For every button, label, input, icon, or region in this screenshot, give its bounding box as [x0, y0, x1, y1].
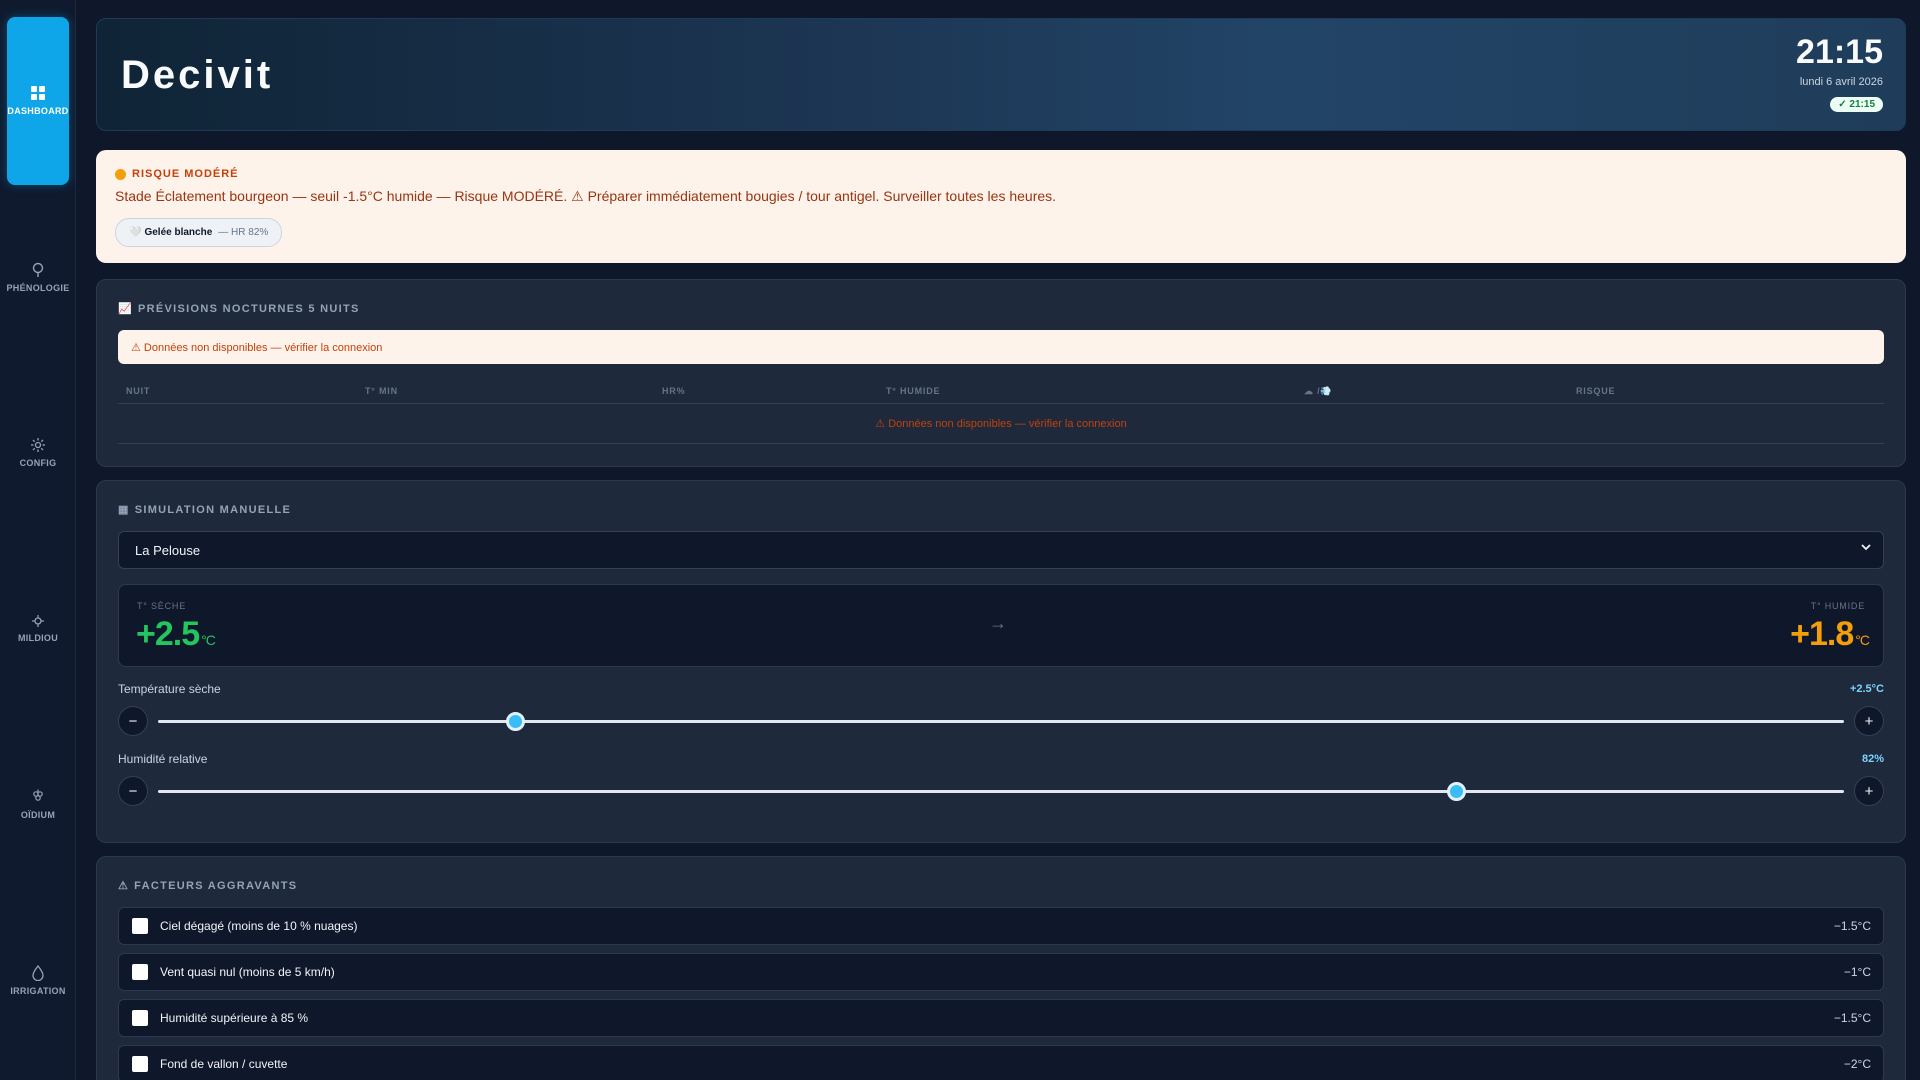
col-nuit: NUIT	[126, 386, 151, 396]
alert-message: Stade Éclatement bourgeon — seuil -1.5°C…	[115, 188, 1057, 204]
col-hr: HR%	[662, 386, 686, 396]
factor-item[interactable]: Humidité supérieure à 85 % −1.5°C	[118, 999, 1884, 1037]
factor-item[interactable]: Vent quasi nul (moins de 5 km/h) −1°C	[118, 953, 1884, 991]
factor-value: −1.5°C	[1833, 919, 1871, 933]
sidebar-item-label: OÏDIUM	[20, 809, 56, 820]
sidebar-item-phenologie[interactable]: PHÉNOLOGIE	[7, 193, 69, 361]
factor-label: Fond de vallon / cuvette	[160, 1057, 288, 1071]
temp-slider-label: Température sèche	[118, 682, 221, 696]
forecast-title: 📈 PRÉVISIONS NOCTURNES 5 NUITS	[118, 302, 360, 316]
chart-icon: 📈	[118, 303, 133, 315]
temp-slider-thumb[interactable]	[506, 712, 526, 731]
app-title: Decivit	[121, 53, 274, 97]
sidebar-item-label: MILDIOU	[17, 632, 59, 643]
alert-header: RISQUE MODÉRÉ	[115, 168, 239, 180]
forecast-table-header: NUIT T° MIN HR% T° HUMIDE ☁ /💨 RISQUE	[118, 380, 1884, 404]
factor-label: Ciel dégagé (moins de 10 % nuages)	[160, 919, 358, 933]
parcel-select[interactable]: La Pelouse	[118, 531, 1884, 569]
chip-label: Gelée blanche	[144, 227, 213, 238]
wet-temp-value: +1.8 °C	[1790, 615, 1870, 654]
hr-slider-value: 82%	[1861, 753, 1884, 765]
simulation-title-text: SIMULATION MANUELLE	[134, 503, 292, 516]
sidebar: DASHBOARD PHÉNOLOGIE CONFIG MILDIOU OÏDI…	[0, 0, 76, 1080]
wet-temp-label: T° HUMIDE	[1810, 601, 1865, 611]
arrow-right-icon: →	[989, 613, 1007, 633]
risk-alert: RISQUE MODÉRÉ Stade Éclatement bourgeon …	[96, 150, 1906, 263]
forecast-card: 📈 PRÉVISIONS NOCTURNES 5 NUITS ⚠ Données…	[96, 279, 1906, 467]
sidebar-item-label: IRRIGATION	[10, 985, 66, 996]
risk-dot-icon	[115, 168, 126, 180]
col-thumide: T° HUMIDE	[886, 386, 941, 396]
bug-icon	[32, 614, 44, 627]
temp-decrease-button[interactable]: −	[118, 706, 148, 736]
clock: 21:15	[1796, 33, 1883, 71]
frost-type-chip: 🤍 Gelée blanche — HR 82%	[115, 218, 283, 247]
dry-temp-number: +2.5	[136, 615, 200, 653]
sidebar-item-config[interactable]: CONFIG	[7, 368, 69, 536]
sidebar-item-label: PHÉNOLOGIE	[6, 282, 70, 293]
factor-checkbox[interactable]	[132, 1010, 148, 1026]
simulation-card: ▦ SIMULATION MANUELLE La Pelouse T° SÈCH…	[96, 480, 1906, 843]
heart-icon: 🤍	[129, 227, 142, 238]
temp-slider-track[interactable]	[158, 712, 1844, 731]
sidebar-item-label: DASHBOARD	[7, 106, 69, 116]
factor-checkbox[interactable]	[132, 964, 148, 980]
simulation-title: ▦ SIMULATION MANUELLE	[118, 503, 292, 517]
parcel-select-value: La Pelouse	[135, 542, 201, 558]
factor-label: Vent quasi nul (moins de 5 km/h)	[160, 965, 335, 979]
aggravating-factors-card: ⚠ FACTEURS AGGRAVANTS Ciel dégagé (moins…	[96, 856, 1906, 1080]
risk-level: RISQUE MODÉRÉ	[132, 168, 239, 180]
col-sky-wind: ☁ /💨	[1304, 386, 1333, 396]
droplet-icon	[32, 964, 44, 981]
dry-temp-label: T° SÈCHE	[137, 601, 187, 611]
factor-item[interactable]: Ciel dégagé (moins de 10 % nuages) −1.5°…	[118, 907, 1884, 945]
sidebar-item-oidium[interactable]: OÏDIUM	[7, 720, 69, 888]
hr-slider-track[interactable]	[158, 782, 1844, 801]
wet-temp-number: +1.8	[1790, 615, 1854, 653]
hr-decrease-button[interactable]: −	[118, 776, 148, 806]
temp-slider-value: +2.5°C	[1849, 683, 1884, 695]
connection-warning: ⚠ Données non disponibles — vérifier la …	[118, 330, 1884, 364]
factor-label: Humidité supérieure à 85 %	[160, 1011, 309, 1025]
temp-increase-button[interactable]: +	[1854, 706, 1884, 736]
factor-value: −2°C	[1843, 1057, 1871, 1071]
header: Decivit 21:15 lundi 6 avril 2026 ✓ 21:15	[96, 18, 1906, 131]
factors-title-text: FACTEURS AGGRAVANTS	[134, 879, 298, 892]
sync-badge: ✓ 21:15	[1830, 97, 1883, 112]
wet-temp-unit: °C	[1855, 632, 1870, 648]
dry-temp-unit: °C	[201, 632, 216, 648]
sidebar-item-label: CONFIG	[19, 457, 57, 468]
hr-slider-label: Humidité relative	[118, 752, 208, 766]
sidebar-item-mildiou[interactable]: MILDIOU	[7, 544, 69, 712]
factor-checkbox[interactable]	[132, 918, 148, 934]
factor-checkbox[interactable]	[132, 1056, 148, 1072]
chip-sub: — HR 82%	[218, 227, 269, 238]
grid-icon	[31, 86, 45, 100]
grid-table-icon: ▦	[118, 504, 130, 516]
chevron-down-icon	[1861, 544, 1871, 551]
hr-slider-thumb[interactable]	[1447, 782, 1467, 801]
forecast-title-text: PRÉVISIONS NOCTURNES 5 NUITS	[138, 302, 360, 315]
sprout-icon	[32, 262, 44, 277]
factor-value: −1.5°C	[1833, 1011, 1871, 1025]
forecast-empty-row: ⚠ Données non disponibles — vérifier la …	[118, 404, 1884, 444]
temperature-display: T° SÈCHE +2.5 °C → T° HUMIDE +1.8 °C	[118, 584, 1884, 667]
dry-temp-value: +2.5 °C	[136, 615, 216, 654]
grapes-icon	[33, 789, 43, 801]
col-tmin: T° MIN	[365, 386, 398, 396]
current-date: lundi 6 avril 2026	[1799, 76, 1883, 88]
factor-value: −1°C	[1843, 965, 1871, 979]
sidebar-item-irrigation[interactable]: IRRIGATION	[7, 896, 69, 1064]
sidebar-item-dashboard[interactable]: DASHBOARD	[7, 17, 69, 185]
warning-icon: ⚠	[118, 880, 130, 892]
gear-icon	[31, 437, 45, 452]
hr-increase-button[interactable]: +	[1854, 776, 1884, 806]
col-risque: RISQUE	[1576, 386, 1616, 396]
factor-item[interactable]: Fond de vallon / cuvette −2°C	[118, 1045, 1884, 1080]
factors-title: ⚠ FACTEURS AGGRAVANTS	[118, 879, 298, 893]
